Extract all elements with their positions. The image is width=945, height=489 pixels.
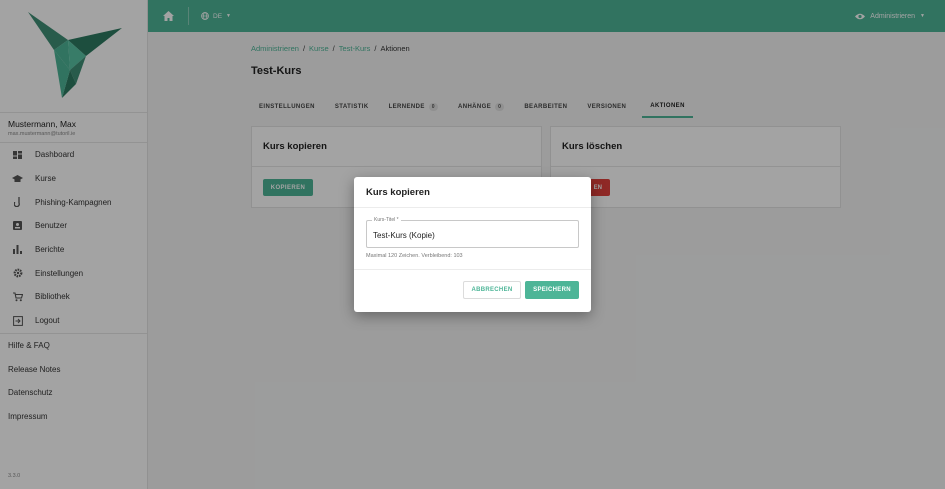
character-hint: Maximal 120 Zeichen. Verbleibend: 103 <box>366 253 463 259</box>
dialog-title: Kurs kopieren <box>354 177 591 208</box>
field-label: Kurs-Titel * <box>372 217 401 223</box>
course-title-input[interactable]: Test-Kurs (Kopie) <box>373 231 435 240</box>
course-title-field[interactable]: Kurs-Titel * Test-Kurs (Kopie) <box>366 217 579 248</box>
save-button[interactable]: SPEICHERN <box>525 281 579 299</box>
cancel-button[interactable]: ABBRECHEN <box>463 281 521 299</box>
copy-course-dialog: Kurs kopieren Kurs-Titel * Test-Kurs (Ko… <box>354 177 591 312</box>
